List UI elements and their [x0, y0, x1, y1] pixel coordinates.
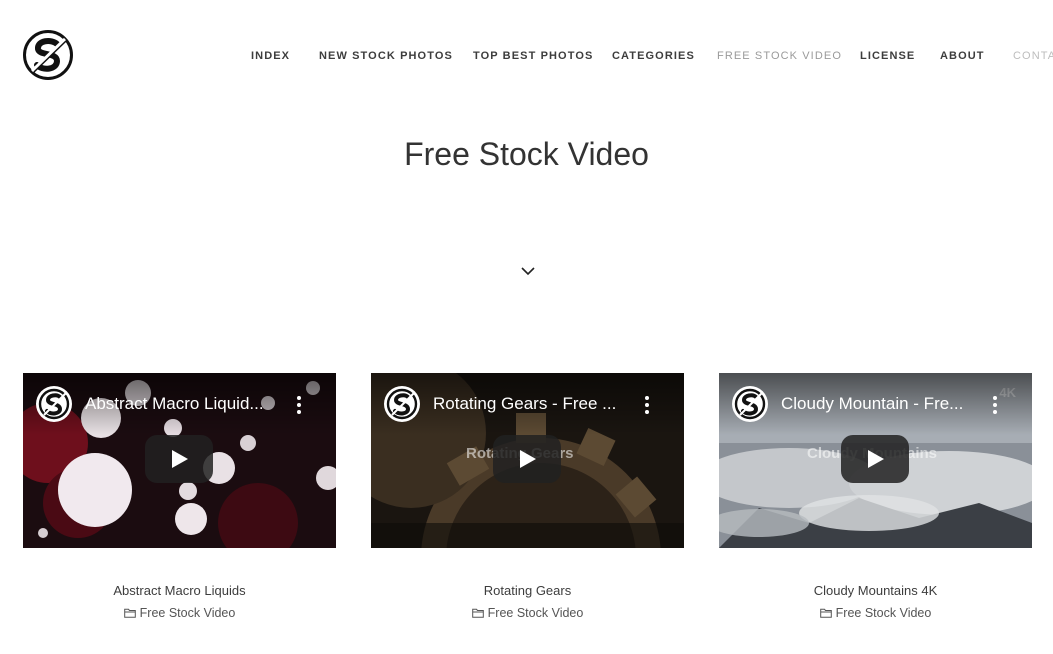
more-options-icon[interactable]	[637, 393, 657, 417]
more-options-icon[interactable]	[289, 393, 309, 417]
category-link[interactable]: Free Stock Video	[471, 605, 584, 621]
video-overlay-title[interactable]: Cloudy Mountain - Fre...	[781, 393, 981, 415]
main-navigation: INDEX NEW STOCK PHOTOS TOP BEST PHOTOS C…	[0, 49, 1053, 63]
nav-item-index[interactable]: INDEX	[251, 49, 290, 63]
category-label: Free Stock Video	[139, 606, 236, 620]
category-link[interactable]: Free Stock Video	[123, 605, 236, 621]
folder-icon	[819, 608, 832, 618]
video-overlay-title[interactable]: Abstract Macro Liquid...	[85, 393, 285, 415]
video-card-cloudy-mountains: Cloudy Mountains 4K Cloudy Mountain - Fr…	[719, 373, 1032, 622]
video-category: Free Stock Video	[23, 605, 336, 622]
nav-item-contact[interactable]: CONTA	[1013, 49, 1053, 63]
folder-icon	[123, 608, 136, 618]
category-label: Free Stock Video	[835, 606, 932, 620]
video-player[interactable]: Rotating Gears Rotating Gears - Free ...	[371, 373, 684, 548]
video-category: Free Stock Video	[719, 605, 1032, 622]
video-card-abstract-macro-liquids: Abstract Macro Liquid... Abstract Macro …	[23, 373, 336, 622]
video-category: Free Stock Video	[371, 605, 684, 622]
channel-avatar-icon[interactable]	[383, 385, 421, 423]
play-button-icon[interactable]	[145, 435, 213, 483]
nav-item-top-best-photos[interactable]: TOP BEST PHOTOS	[473, 49, 593, 63]
page-title: Free Stock Video	[404, 136, 649, 172]
video-player[interactable]: Abstract Macro Liquid...	[23, 373, 336, 548]
play-button-icon[interactable]	[841, 435, 909, 483]
more-options-icon[interactable]	[985, 393, 1005, 417]
nav-item-new-stock-photos[interactable]: NEW STOCK PHOTOS	[319, 49, 453, 63]
play-button-icon[interactable]	[493, 435, 561, 483]
video-title[interactable]: Cloudy Mountains 4K	[719, 583, 1032, 599]
nav-item-free-stock-video[interactable]: FREE STOCK VIDEO	[717, 49, 842, 63]
category-label: Free Stock Video	[487, 606, 584, 620]
channel-avatar-icon[interactable]	[35, 385, 73, 423]
video-overlay-title[interactable]: Rotating Gears - Free ...	[433, 393, 633, 415]
folder-icon	[471, 608, 484, 618]
video-title[interactable]: Abstract Macro Liquids	[23, 583, 336, 599]
nav-item-about[interactable]: ABOUT	[940, 49, 985, 63]
chevron-down-icon[interactable]	[520, 265, 536, 277]
video-card-rotating-gears: Rotating Gears Rotating Gears - Free ...…	[371, 373, 684, 622]
nav-item-license[interactable]: LICENSE	[860, 49, 915, 63]
channel-avatar-icon[interactable]	[731, 385, 769, 423]
nav-item-categories[interactable]: CATEGORIES	[612, 49, 695, 63]
video-player[interactable]: Cloudy Mountains 4K Cloudy Mountain - Fr…	[719, 373, 1032, 548]
category-link[interactable]: Free Stock Video	[819, 605, 932, 621]
video-title[interactable]: Rotating Gears	[371, 583, 684, 599]
